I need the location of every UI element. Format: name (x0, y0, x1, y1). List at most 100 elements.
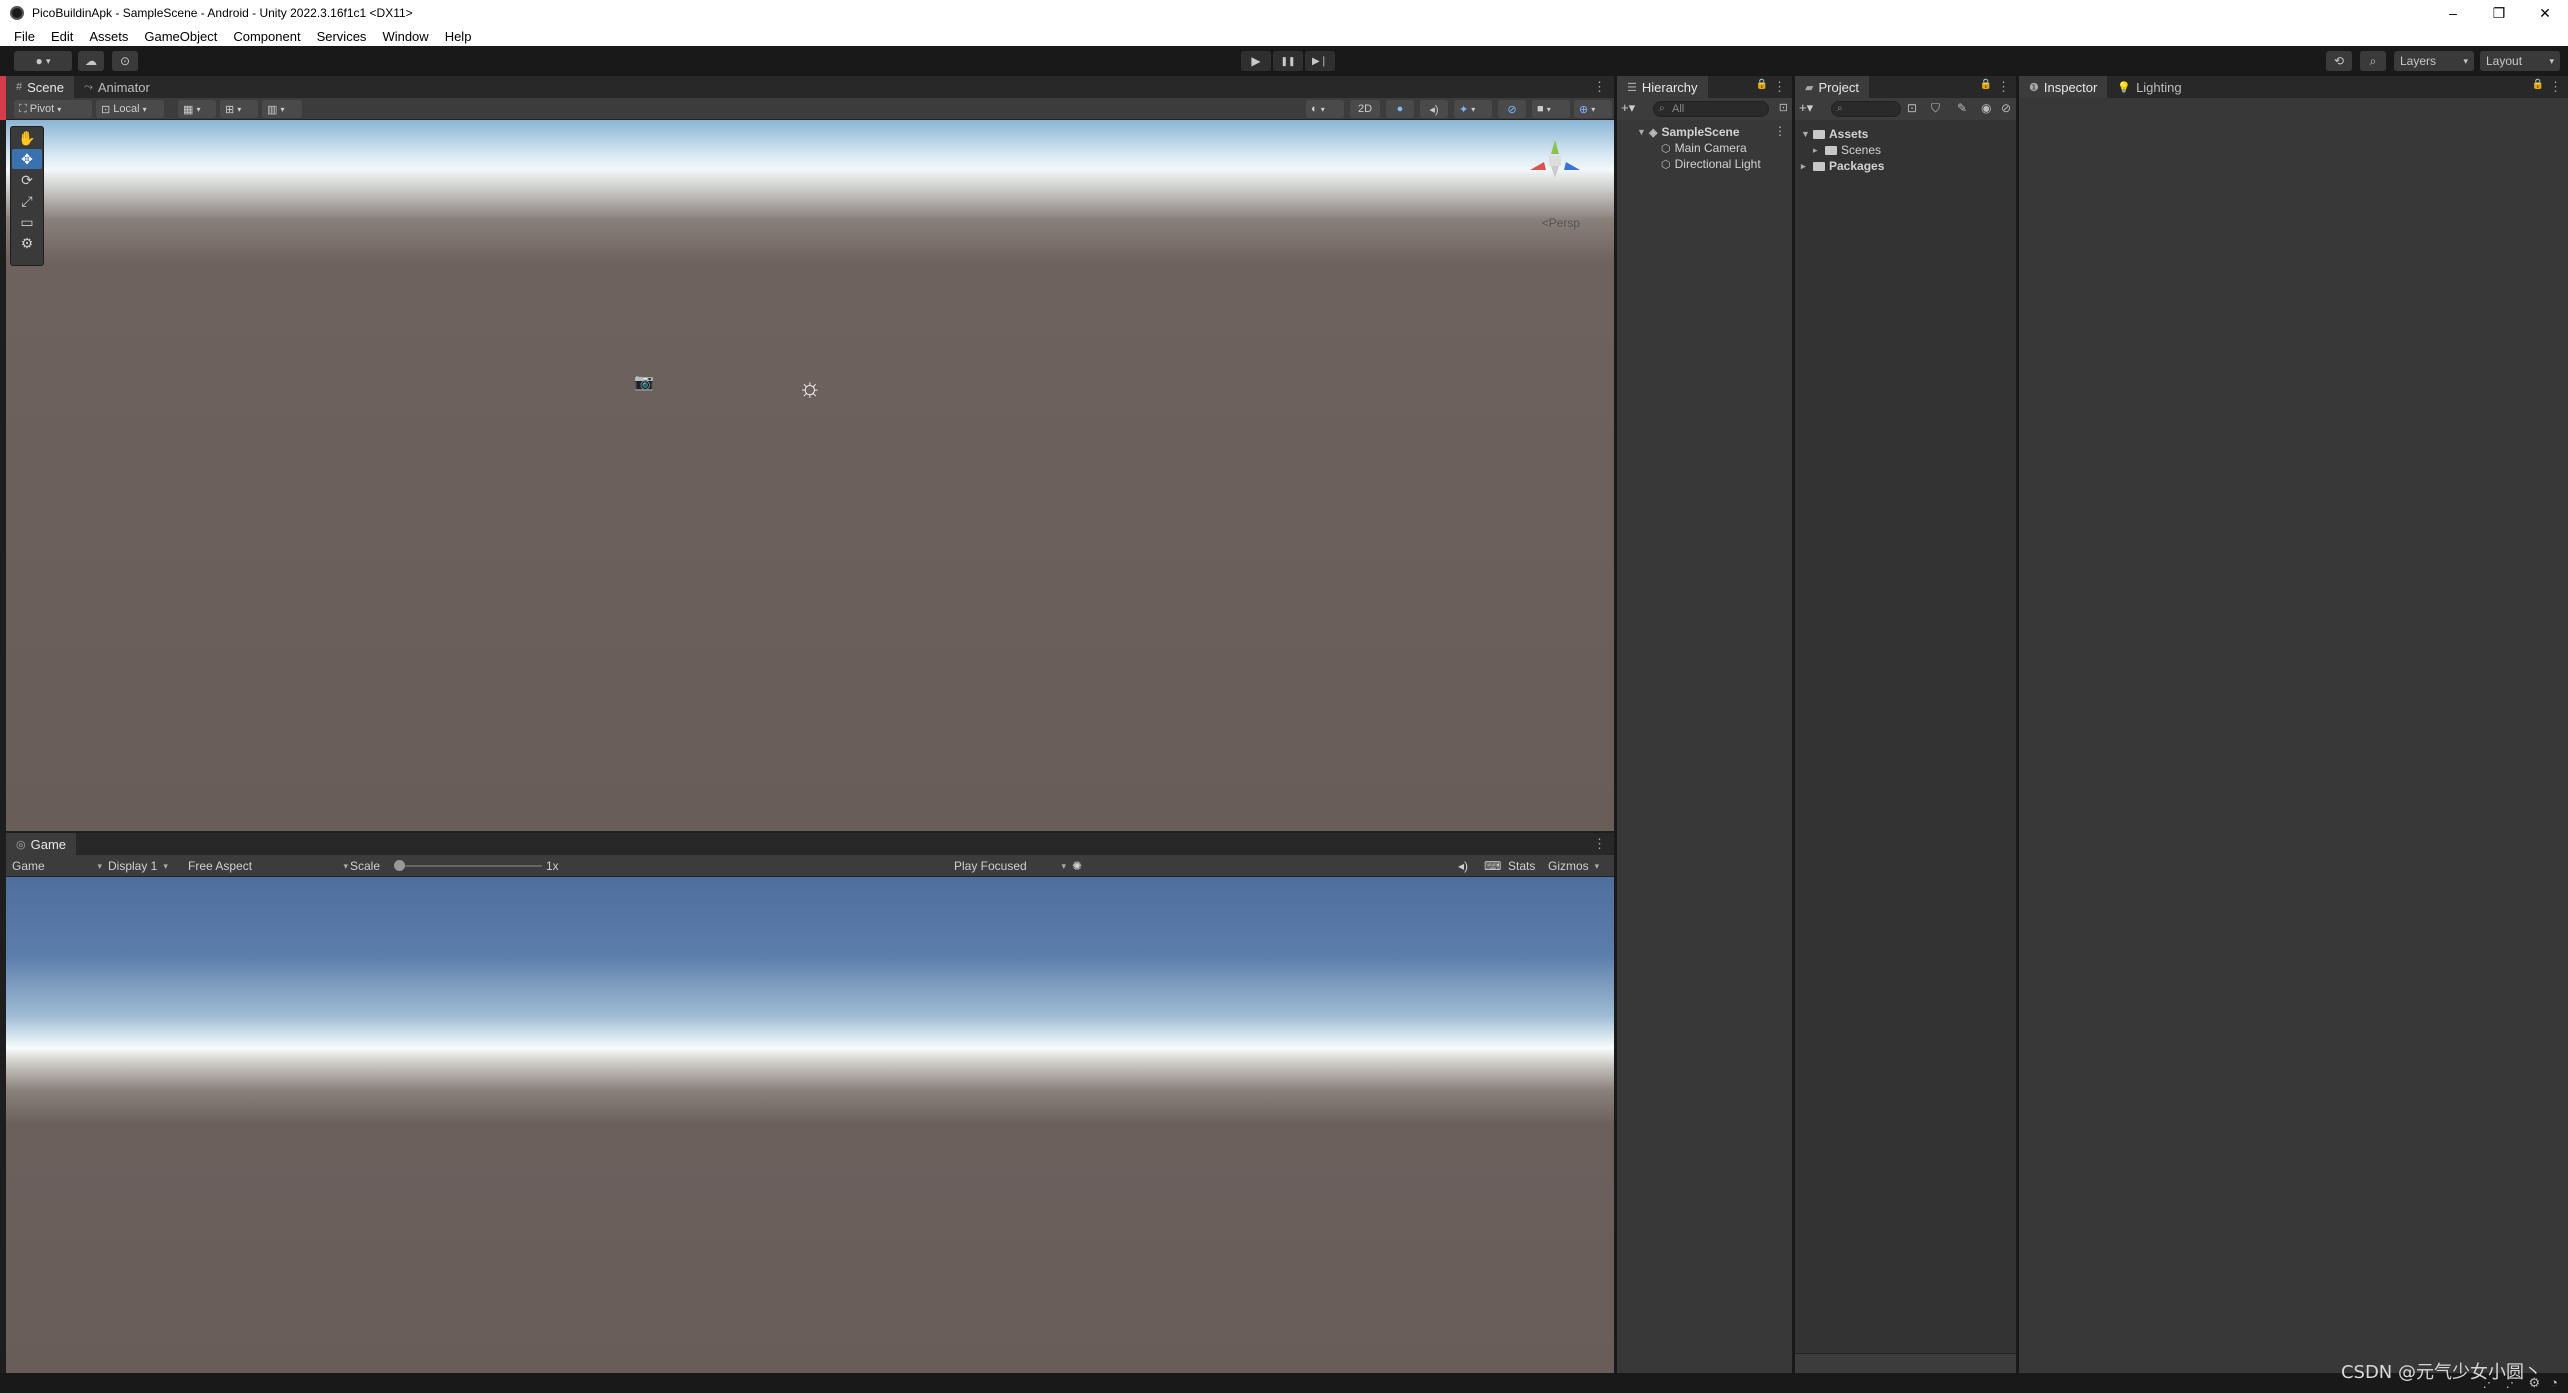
folder-row-assets[interactable]: ▼ Assets (1801, 126, 1868, 142)
hierarchy-item-directional-light[interactable]: ⬡ Directional Light (1661, 156, 1761, 172)
minimize-button[interactable]: – (2430, 0, 2476, 26)
maximize-button[interactable]: ❐ (2476, 0, 2522, 26)
local-dropdown[interactable]: ⊡ Local ▾ (96, 100, 164, 118)
tab-hierarchy[interactable]: ☰ Hierarchy (1617, 76, 1708, 98)
scene-options-icon[interactable]: ⋮ (1593, 79, 1606, 95)
play-button[interactable]: ▶ (1241, 51, 1271, 71)
scene-options-icon[interactable]: ⋮ (1774, 124, 1786, 138)
hierarchy-search-input[interactable]: ⌕ All (1653, 101, 1769, 117)
search-filter-icon[interactable]: ⊡ (1779, 101, 1788, 114)
menu-window[interactable]: Window (374, 29, 436, 44)
hidden-objects-toggle[interactable]: ⊘ (1498, 100, 1526, 118)
account-dropdown[interactable]: ● ▾ (14, 51, 72, 71)
menu-help[interactable]: Help (437, 29, 480, 44)
expand-arrow-icon[interactable]: ▼ (1801, 129, 1813, 139)
project-search-input[interactable]: ⌕ (1831, 101, 1901, 117)
tab-scene[interactable]: # Scene (6, 76, 74, 98)
expand-arrow-icon[interactable]: ▼ (1637, 127, 1649, 137)
gizmo-neg-y-axis[interactable] (1551, 166, 1559, 178)
search-by-type-icon[interactable]: ⊡ (1907, 101, 1917, 115)
tab-animator[interactable]: ⤳ Animator (74, 76, 160, 98)
camera-settings-dropdown[interactable]: ■ ▾ (1532, 100, 1570, 118)
scene-viewport[interactable]: ✋ ✥ ⟳ ⤢ ▭ ⚙ <Persp 📷 ☼ (6, 120, 1614, 831)
play-mode-dropdown[interactable]: Play Focused ▾ (954, 859, 1066, 873)
progress-icon[interactable]: ◔ (2550, 1375, 2558, 1391)
tab-lighting[interactable]: 💡 Lighting (2107, 76, 2191, 98)
hidden-packages-icon[interactable]: ◉ (1981, 101, 1991, 115)
game-options-icon[interactable]: ⋮ (1593, 836, 1606, 852)
move-tool-button[interactable]: ✥ (12, 149, 42, 169)
expand-arrow-icon[interactable]: ▸ (1813, 145, 1825, 156)
search-by-label-icon[interactable]: ⛉ (1931, 101, 1940, 116)
add-object-button[interactable]: +▾ (1621, 100, 1635, 116)
tab-project[interactable]: ▰ Project (1795, 76, 1869, 98)
project-options-icon[interactable]: ⋮ (1997, 79, 2010, 95)
gizmo-z-axis[interactable] (1564, 162, 1580, 170)
lighting-toggle[interactable]: ● (1386, 100, 1414, 118)
hierarchy-item-main-camera[interactable]: ⬡ Main Camera (1661, 140, 1747, 156)
slider-icon[interactable]: ⊘ (2001, 101, 2011, 115)
effects-dropdown[interactable]: ✦ ▾ (1454, 100, 1492, 118)
expand-arrow-icon[interactable]: ▸ (1801, 161, 1813, 172)
grid-snap-dropdown[interactable]: ▦ ▾ (178, 100, 216, 118)
draw-mode-dropdown[interactable]: ◐ ▾ (1306, 100, 1344, 118)
lock-icon[interactable]: 🔒 (2532, 79, 2544, 90)
collab-button[interactable]: ⊙ (112, 51, 138, 71)
game-viewport[interactable] (6, 877, 1614, 1373)
rotate-tool-button[interactable]: ⟳ (12, 170, 42, 190)
menu-file[interactable]: File (6, 29, 43, 44)
audio-toggle[interactable]: ◂) (1420, 100, 1448, 118)
menu-assets[interactable]: Assets (81, 29, 136, 44)
inspector-options-icon[interactable]: ⋮ (2549, 79, 2562, 95)
directional-light-gizmo-icon[interactable]: ☼ (798, 374, 822, 400)
gizmo-x-axis[interactable] (1530, 162, 1546, 170)
2d-toggle[interactable]: 2D (1350, 100, 1380, 118)
hierarchy-options-icon[interactable]: ⋮ (1773, 79, 1786, 95)
lock-icon[interactable]: 🔒 (1980, 79, 1992, 90)
view-mode-dropdown[interactable]: Game ▾ (12, 859, 102, 873)
menu-gameobject[interactable]: GameObject (136, 29, 225, 44)
gizmos-dropdown[interactable]: ⊕ ▾ (1574, 100, 1612, 118)
scale-slider-thumb[interactable] (394, 860, 405, 871)
folder-row-scenes[interactable]: ▸ Scenes (1813, 142, 1881, 158)
close-button[interactable]: ✕ (2522, 0, 2568, 26)
pivot-dropdown[interactable]: ⛶ Pivot ▾ (14, 100, 92, 118)
gizmo-center[interactable] (1549, 156, 1561, 166)
gizmos-dropdown[interactable]: Gizmos ▾ (1548, 859, 1599, 873)
rect-tool-button[interactable]: ▭ (12, 212, 42, 232)
tab-game[interactable]: ◎ Game (6, 833, 77, 855)
lock-icon[interactable]: 🔒 (1756, 79, 1768, 90)
scene-root-row[interactable]: ▼ ◈ SampleScene (1637, 124, 1740, 140)
create-asset-button[interactable]: +▾ (1799, 100, 1813, 116)
incremental-snap-dropdown[interactable]: ▥ ▾ (262, 100, 302, 118)
menu-component[interactable]: Component (225, 29, 308, 44)
camera-gizmo-icon[interactable]: 📷 (634, 372, 654, 392)
inspector-panel: ❶ Inspector 💡 Lighting 🔒 ⋮ (2019, 76, 2568, 1373)
search-button[interactable]: ⌕ (2360, 51, 2386, 71)
snap-increment-dropdown[interactable]: ⊞ ▾ (220, 100, 258, 118)
scale-tool-button[interactable]: ⤢ (12, 191, 42, 211)
aspect-dropdown[interactable]: Free Aspect ▾ (188, 859, 348, 873)
undo-history-button[interactable]: ⟲ (2326, 51, 2352, 71)
pause-button[interactable]: ❚❚ (1273, 51, 1303, 71)
gizmo-y-axis[interactable] (1551, 140, 1559, 154)
projection-label[interactable]: <Persp (1542, 216, 1580, 230)
layout-dropdown[interactable]: Layout ▾ (2480, 51, 2560, 71)
transform-tool-button[interactable]: ⚙ (12, 233, 42, 253)
mute-audio-icon[interactable]: ◂) (1458, 859, 1468, 873)
cloud-button[interactable]: ☁ (78, 51, 104, 71)
tab-inspector[interactable]: ❶ Inspector (2019, 76, 2108, 98)
step-button[interactable]: ▶❘ (1305, 51, 1335, 71)
folder-row-packages[interactable]: ▸ Packages (1801, 158, 1884, 174)
hand-tool-button[interactable]: ✋ (12, 128, 42, 148)
menu-services[interactable]: Services (309, 29, 375, 44)
keyboard-icon[interactable]: ⌨ (1484, 859, 1501, 873)
favorite-icon[interactable]: ✎ (1957, 101, 1967, 115)
display-dropdown[interactable]: Display 1 ▾ (108, 859, 168, 873)
orientation-gizmo[interactable] (1520, 132, 1590, 192)
layers-dropdown[interactable]: Layers ▾ (2394, 51, 2474, 71)
menu-edit[interactable]: Edit (43, 29, 81, 44)
bug-icon[interactable]: ✺ (1072, 859, 1082, 873)
stats-button[interactable]: Stats (1508, 859, 1535, 873)
scale-slider[interactable] (394, 860, 542, 871)
